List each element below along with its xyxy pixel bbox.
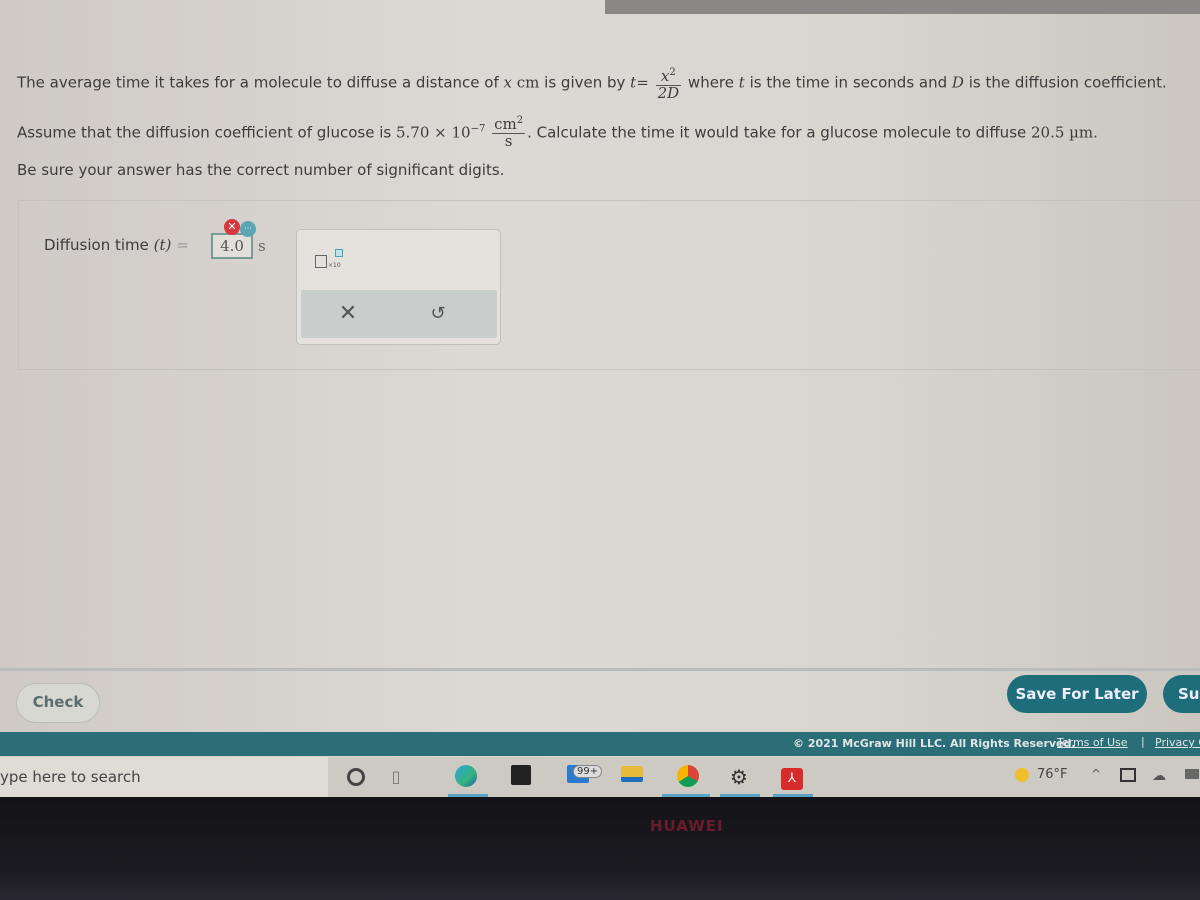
answer-panel	[18, 200, 1200, 370]
x10-label: ×10	[328, 262, 341, 269]
taskbar: ype here to search ▯ ⚙ ⅄ 76°F ^ ☁	[0, 757, 1200, 797]
taskbar-search-input[interactable]: ype here to search	[0, 757, 328, 797]
acrobat-pdf-icon[interactable]: ⅄	[780, 765, 804, 790]
formula-eq: =	[636, 73, 649, 92]
var-t: t	[738, 73, 745, 92]
answer-var: (t)	[153, 236, 172, 254]
copyright-text: © 2021 McGraw Hill LLC. All Rights Reser…	[793, 737, 1076, 750]
formula-fraction: x2 2D	[655, 67, 682, 102]
coefficient-unit: cm2 s	[492, 115, 526, 150]
text: is given by	[544, 73, 626, 92]
text: Diffusion time	[44, 236, 149, 254]
unit-numerator: cm	[494, 115, 517, 133]
scientific-notation-button[interactable]: ×10	[315, 249, 347, 271]
footer-bar: © 2021 McGraw Hill LLC. All Rights Reser…	[0, 732, 1200, 756]
more-options-icon[interactable]: ···	[240, 221, 256, 237]
check-button[interactable]: Check	[16, 683, 100, 723]
exponent-box-icon	[335, 249, 343, 257]
clear-button[interactable]: ✕	[333, 300, 363, 328]
unit-cm: cm	[516, 73, 540, 92]
microsoft-store-icon[interactable]	[509, 765, 533, 789]
coefficient-value: 5.70 × 10	[395, 123, 471, 142]
answer-unit: s	[258, 237, 266, 255]
screen: The average time it takes for a molecule…	[0, 0, 1200, 800]
mail-unread-badge: 99+	[573, 765, 603, 778]
distance-value: 20.5 µm	[1031, 123, 1094, 142]
var-D: D	[951, 73, 964, 92]
keypad-actions: ✕ ↺	[301, 290, 497, 338]
settings-gear-icon[interactable]: ⚙	[727, 765, 751, 789]
submit-button[interactable]: Submit	[1163, 675, 1200, 713]
weather-temp: 76°F	[1037, 767, 1068, 782]
tray-device-icon[interactable]	[1185, 769, 1199, 779]
file-explorer-icon[interactable]	[620, 765, 644, 789]
text: is the diffusion coefficient.	[968, 73, 1167, 92]
question-line-2: Assume that the diffusion coefficient of…	[17, 115, 1098, 150]
browser-tab-strip	[605, 0, 1200, 14]
question-line-3: Be sure your answer has the correct numb…	[17, 161, 505, 179]
brand-logo: HUAWEI	[650, 817, 724, 835]
undo-button[interactable]: ↺	[423, 300, 453, 328]
weather-widget[interactable]: 76°F	[1015, 767, 1068, 782]
answer-label: Diffusion time (t) =	[44, 236, 189, 254]
question-line-1: The average time it takes for a molecule…	[17, 66, 1167, 100]
incorrect-badge-icon: ✕	[224, 219, 240, 235]
save-for-later-button[interactable]: Save For Later	[1007, 675, 1147, 713]
text: .	[1093, 123, 1098, 142]
cortana-icon[interactable]	[344, 765, 368, 789]
text: Assume that the diffusion coefficient of…	[17, 123, 392, 142]
answer-eq: =	[176, 236, 189, 254]
unit-denominator: s	[504, 131, 513, 150]
task-view-icon[interactable]: ▯	[384, 765, 408, 789]
footer-separator: |	[1141, 735, 1145, 748]
text: The average time it takes for a molecule…	[17, 73, 499, 92]
show-hidden-icons-chevron-icon[interactable]: ^	[1091, 767, 1101, 781]
edge-browser-icon[interactable]	[454, 765, 478, 789]
formula-denominator: 2D	[657, 83, 680, 102]
formula-exponent: 2	[669, 67, 676, 78]
monitor-bezel: HUAWEI	[0, 797, 1200, 900]
tray-app-icon[interactable]	[1120, 768, 1136, 782]
unit-exponent: 2	[516, 115, 524, 126]
privacy-link[interactable]: Privacy Center	[1155, 736, 1200, 749]
weather-moon-icon	[1015, 767, 1029, 782]
terms-of-use-link[interactable]: Terms of Use	[1057, 736, 1128, 749]
math-keypad: ×10 ✕ ↺	[296, 229, 501, 345]
chrome-icon[interactable]	[676, 765, 700, 789]
divider	[0, 668, 1200, 671]
text: is the time in seconds and	[749, 73, 948, 92]
pdf-glyph: ⅄	[781, 768, 803, 790]
text: . Calculate the time it would take for a…	[527, 123, 1027, 142]
text: where	[687, 73, 734, 92]
onedrive-cloud-icon[interactable]: ☁	[1152, 768, 1166, 784]
var-x: x	[503, 73, 512, 92]
base-box-icon	[315, 255, 327, 268]
coefficient-exponent: −7	[470, 123, 486, 135]
